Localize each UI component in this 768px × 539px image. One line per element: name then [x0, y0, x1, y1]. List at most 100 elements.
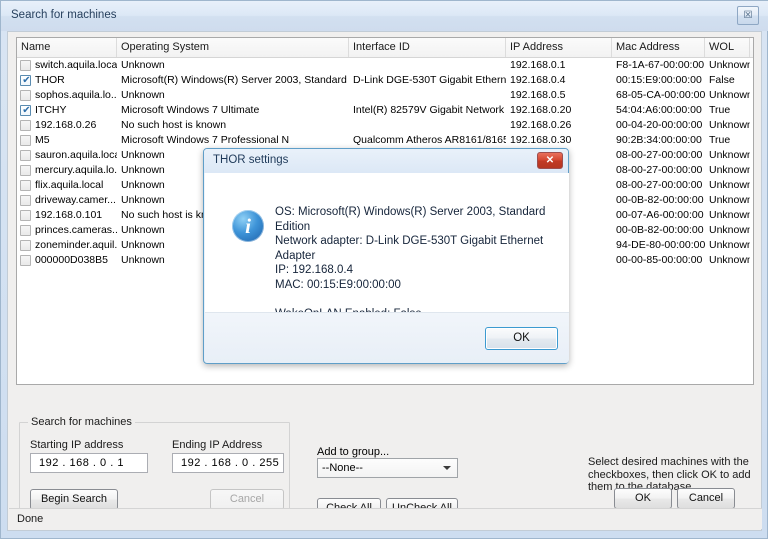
cell-mac: 08-00-27-00:00:00: [616, 164, 703, 176]
dialog-close-glyph: ✕: [545, 155, 555, 166]
cell-ip: 192.168.0.20: [510, 104, 572, 116]
ending-ip-input[interactable]: 192 . 168 . 0 . 255: [172, 453, 284, 473]
cell-os: No such host is known: [121, 119, 227, 131]
cell-name: 000000D038B5: [35, 254, 108, 266]
cell-wol: Unknown: [709, 59, 750, 71]
cell-ip: 192.168.0.5: [510, 89, 566, 101]
cell-wol: Unknown: [709, 194, 750, 206]
cell-name: THOR: [35, 74, 65, 86]
cell-os: Microsoft Windows 7 Ultimate: [121, 104, 260, 116]
row-checkbox[interactable]: [20, 210, 31, 221]
table-row[interactable]: M5 Microsoft Windows 7 Professional N Qual…: [17, 133, 753, 148]
cell-mac: 54:04:A6:00:00:00: [616, 104, 702, 116]
row-checkbox[interactable]: [20, 240, 31, 251]
search-for-machines-window: Search for machines ☒ Name Operating Syst…: [0, 0, 768, 539]
cell-ip: 192.168.0.26: [510, 119, 572, 131]
cell-mac: 00-07-A6-00:00:00: [616, 209, 704, 221]
column-header[interactable]: WOL: [705, 38, 750, 57]
cell-wol: True: [709, 104, 731, 116]
cell-interface: Qualcomm Atheros AR8161/8165 PCI...: [353, 134, 506, 146]
cell-mac: 00-0B-82-00:00:00: [616, 224, 704, 236]
cell-wol: False: [709, 74, 735, 86]
cell-name: princes.cameras...: [35, 224, 117, 236]
cell-name: 192.168.0.26: [35, 119, 97, 131]
column-header[interactable]: Name: [17, 38, 117, 57]
dialog-ok-button[interactable]: OK: [485, 327, 558, 350]
cell-os: Unknown: [121, 89, 165, 101]
row-checkbox[interactable]: [20, 120, 31, 131]
cell-mac: 00:15:E9:00:00:00: [616, 74, 702, 86]
cell-name: ITCHY: [35, 104, 67, 116]
cell-os: Microsoft(R) Windows(R) Server 2003, Sta…: [121, 74, 349, 86]
close-glyph: ☒: [743, 10, 753, 21]
cell-mac: 90:2B:34:00:00:00: [616, 134, 702, 146]
row-checkbox[interactable]: [20, 255, 31, 266]
thor-settings-dialog: THOR settings ✕ i OS: Microsoft(R) Windo…: [203, 148, 569, 364]
add-to-group-selected-value: --None--: [322, 462, 363, 474]
cell-interface: [353, 58, 506, 73]
table-row[interactable]: switch.aquila.local Unknown 192.168.0.1 F8-…: [17, 58, 753, 73]
window-title-bar: Search for machines ☒: [1, 1, 768, 31]
ok-button[interactable]: OK: [614, 488, 672, 509]
cell-wol: Unknown: [709, 209, 750, 221]
cell-name: 192.168.0.101: [35, 209, 103, 221]
column-header[interactable]: Mac Address: [612, 38, 705, 57]
cell-interface: D-Link DGE-530T Gigabit Ethernet Ad...: [353, 74, 506, 86]
table-row[interactable]: 192.168.0.26 No such host is known 192.168…: [17, 118, 753, 133]
cell-wol: Unknown: [709, 254, 750, 266]
dialog-title: THOR settings: [213, 154, 289, 166]
row-checkbox[interactable]: [20, 135, 31, 146]
cancel-search-button[interactable]: Cancel: [210, 489, 284, 510]
cell-name: zoneminder.aquil...: [35, 239, 117, 251]
row-checkbox[interactable]: [20, 74, 32, 87]
search-group-legend: Search for machines: [28, 416, 135, 428]
cell-wol: Unknown: [709, 149, 750, 161]
cell-mac: F8-1A-67-00:00:00: [616, 59, 705, 71]
cell-name: M5: [35, 134, 50, 146]
cell-name: mercury.aquila.lo...: [35, 164, 117, 176]
cancel-button[interactable]: Cancel: [677, 488, 735, 509]
row-checkbox[interactable]: [20, 90, 31, 101]
table-row[interactable]: THOR Microsoft(R) Windows(R) Server 2003,…: [17, 73, 753, 88]
cell-mac: 94-DE-80-00:00:00: [616, 239, 705, 251]
dialog-close-icon[interactable]: ✕: [537, 152, 563, 169]
cell-name: flix.aquila.local: [35, 179, 104, 191]
starting-ip-input[interactable]: 192 . 168 . 0 . 1: [30, 453, 148, 473]
cell-interface: [353, 88, 506, 103]
cell-wol: Unknown: [709, 164, 750, 176]
cell-wol: Unknown: [709, 224, 750, 236]
search-group-box: Search for machines Starting IP address …: [19, 416, 290, 518]
column-header[interactable]: Operating System: [117, 38, 349, 57]
row-checkbox[interactable]: [20, 180, 31, 191]
info-icon-glyph: i: [245, 214, 251, 238]
status-bar: Done: [9, 508, 762, 529]
dialog-footer: OK: [205, 312, 569, 363]
cell-mac: 68-05-CA-00:00:00: [616, 89, 705, 101]
cell-mac: 00-00-85-00:00:00: [616, 254, 703, 266]
cell-name: sophos.aquila.lo...: [35, 89, 117, 101]
row-checkbox[interactable]: [20, 195, 31, 206]
cell-mac: 08-00-27-00:00:00: [616, 179, 703, 191]
ending-ip-label: Ending IP Address: [172, 439, 263, 451]
dialog-body: i OS: Microsoft(R) Windows(R) Server 200…: [205, 173, 569, 349]
window-title: Search for machines: [11, 9, 117, 21]
column-header[interactable]: Interface ID: [349, 38, 506, 57]
row-checkbox[interactable]: [20, 165, 31, 176]
row-checkbox[interactable]: [20, 225, 31, 236]
column-header[interactable]: IP Address: [506, 38, 612, 57]
begin-search-button[interactable]: Begin Search: [30, 489, 118, 510]
add-to-group-label: Add to group...: [317, 446, 390, 458]
cell-interface: [353, 118, 506, 133]
cell-wol: Unknown: [709, 179, 750, 191]
row-checkbox[interactable]: [20, 104, 32, 117]
cell-mac: 00-0B-82-00:00:00: [616, 194, 704, 206]
cell-ip: 192.168.0.4: [510, 74, 566, 86]
row-checkbox[interactable]: [20, 60, 31, 71]
cell-ip: 192.168.0.1: [510, 59, 566, 71]
cell-mac: 08-00-27-00:00:00: [616, 149, 703, 161]
add-to-group-select[interactable]: --None--: [317, 458, 458, 478]
table-row[interactable]: sophos.aquila.lo... Unknown 192.168.0.5 68-…: [17, 88, 753, 103]
table-row[interactable]: ITCHY Microsoft Windows 7 Ultimate Intel(R…: [17, 103, 753, 118]
close-icon[interactable]: ☒: [737, 6, 759, 25]
row-checkbox[interactable]: [20, 150, 31, 161]
